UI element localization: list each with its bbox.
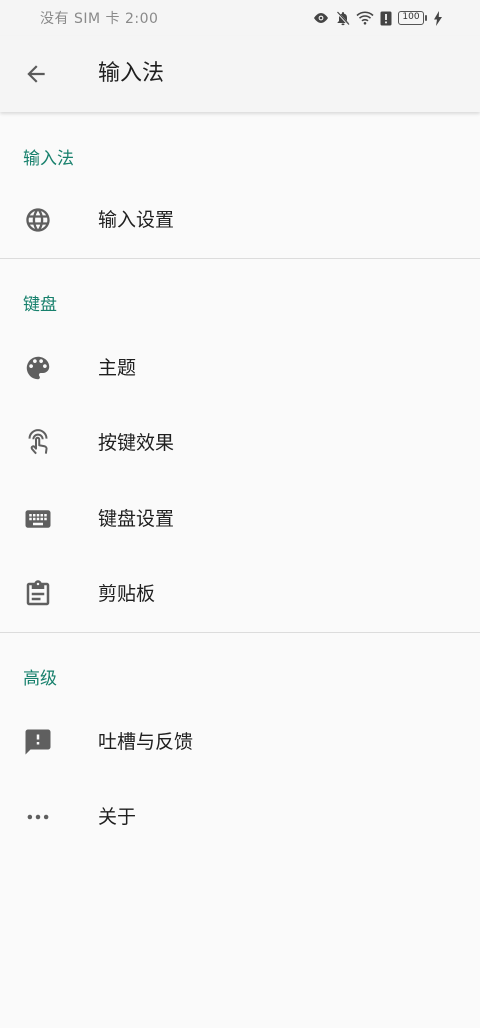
divider (0, 632, 480, 633)
globe-icon (23, 205, 53, 235)
clipboard-icon (23, 579, 53, 609)
battery-icon: 100 (398, 11, 427, 25)
eye-icon (312, 11, 330, 25)
section-header-advanced: 高级 (23, 669, 57, 689)
list-item-input-settings[interactable]: 输入设置 (0, 190, 480, 250)
back-button[interactable] (22, 60, 50, 88)
wifi-icon (356, 11, 374, 25)
status-icons: 100 (312, 10, 442, 26)
list-item-label: 吐槽与反馈 (98, 731, 194, 753)
section-header-input-method: 输入法 (23, 149, 74, 169)
keyboard-icon (23, 504, 53, 534)
list-item-clipboard[interactable]: 剪贴板 (0, 564, 480, 624)
status-bar: 没有 SIM 卡 2:00 100 (0, 0, 480, 36)
list-item-keyboard-settings[interactable]: 键盘设置 (0, 489, 480, 549)
feedback-icon (23, 727, 53, 757)
section-header-keyboard: 键盘 (23, 295, 57, 315)
list-item-feedback[interactable]: 吐槽与反馈 (0, 712, 480, 772)
page-title: 输入法 (98, 61, 165, 86)
list-item-label: 按键效果 (98, 432, 175, 454)
app-bar: 输入法 (0, 36, 480, 112)
list-item-label: 主题 (98, 357, 137, 379)
charging-icon (434, 10, 442, 26)
touch-icon (23, 428, 53, 458)
bell-off-icon (336, 10, 350, 26)
list-item-about[interactable]: 关于 (0, 787, 480, 847)
list-item-label: 键盘设置 (98, 508, 175, 530)
list-item-label: 输入设置 (98, 209, 175, 231)
list-item-label: 关于 (98, 806, 137, 828)
palette-icon (23, 353, 53, 383)
arrow-back-icon (27, 65, 45, 83)
list-item-key-effects[interactable]: 按键效果 (0, 413, 480, 473)
list-item-theme[interactable]: 主题 (0, 338, 480, 398)
divider (0, 258, 480, 259)
more-horiz-icon (23, 802, 53, 832)
list-item-label: 剪贴板 (98, 583, 156, 605)
status-text: 没有 SIM 卡 2:00 (40, 11, 159, 27)
alert-icon (380, 11, 392, 26)
